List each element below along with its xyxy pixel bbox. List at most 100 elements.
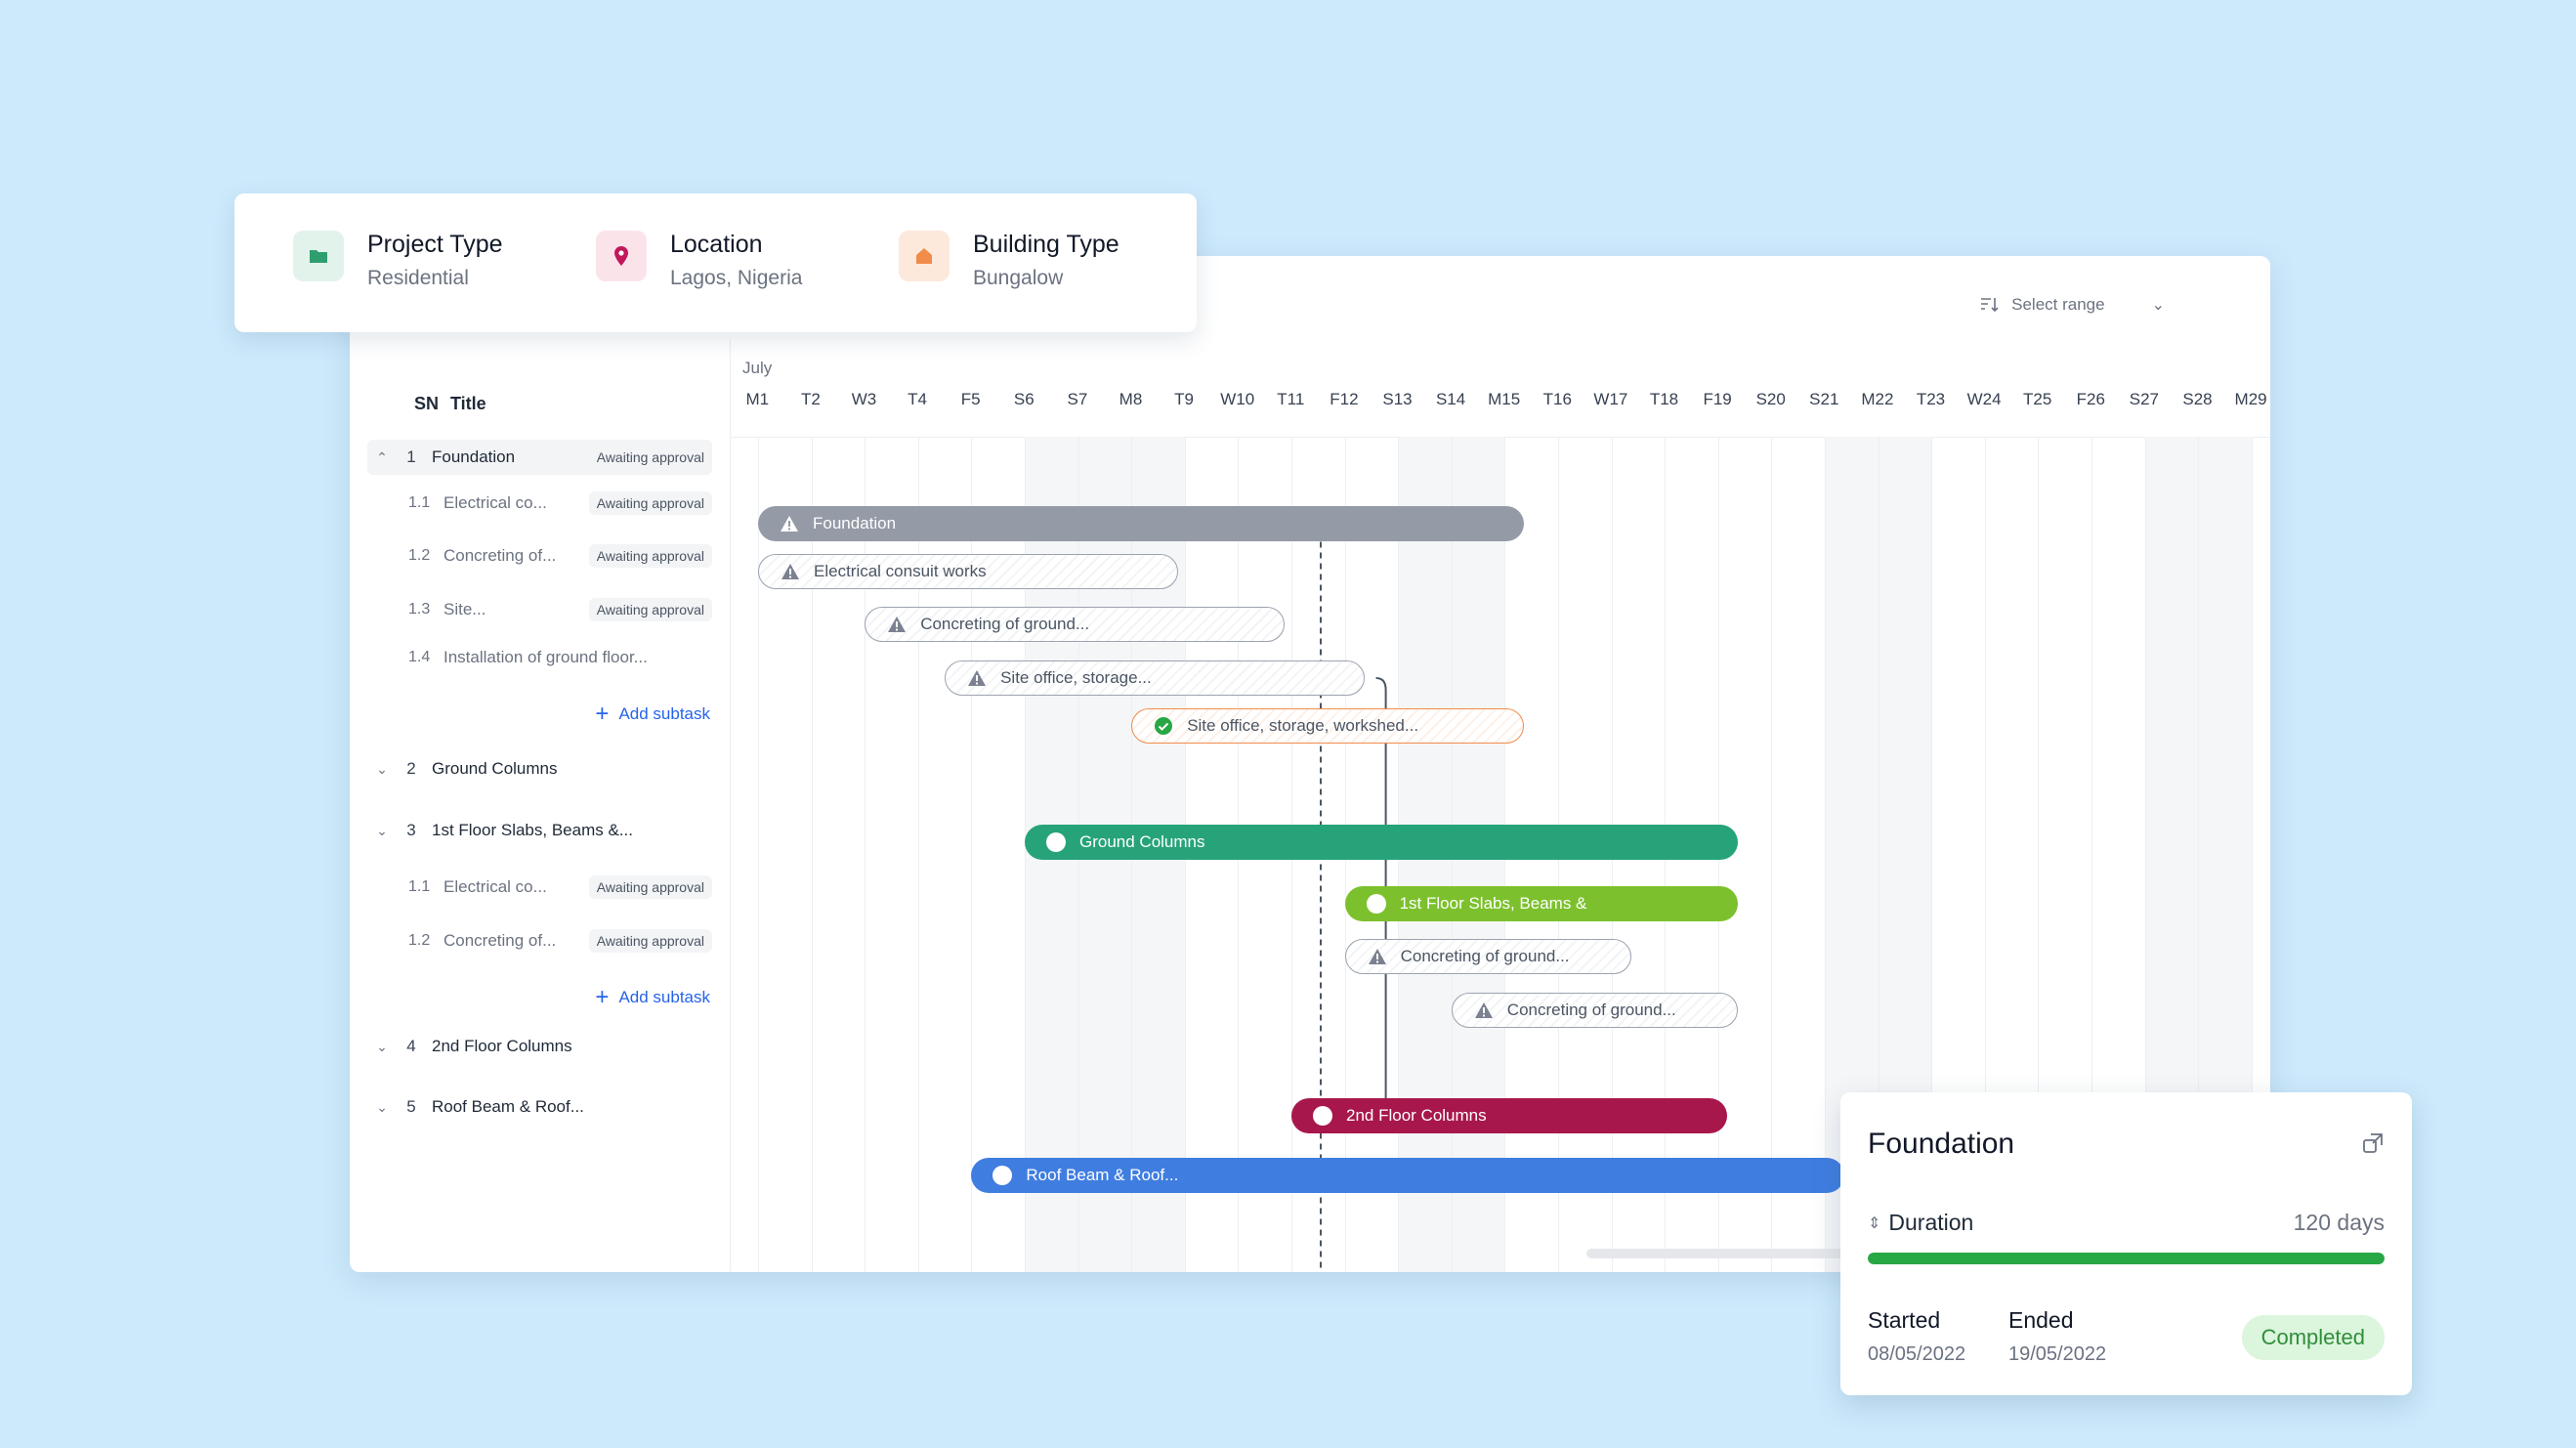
gantt-bar[interactable]: Electrical consuit works	[758, 554, 1178, 589]
chevron-down-icon[interactable]: ⌄	[367, 823, 397, 839]
day-label: S27	[2129, 390, 2160, 408]
task-row[interactable]: ⌃ 1 Foundation Awaiting approval	[367, 440, 712, 475]
warning-icon	[887, 616, 907, 633]
info-value: Bungalow	[973, 267, 1064, 289]
duration-label-row: ⇕ Duration	[1868, 1210, 1973, 1236]
expand-icon[interactable]	[2361, 1131, 2385, 1160]
select-range-dropdown[interactable]: Select range ⌄	[1980, 295, 2165, 315]
task-row[interactable]: ⌄ 5 Roof Beam & Roof...	[367, 1089, 712, 1125]
gantt-bar[interactable]: Ground Columns	[1025, 825, 1738, 860]
gantt-bar[interactable]: Concreting of ground...	[865, 607, 1285, 642]
task-row[interactable]: ⌄ 2 Ground Columns	[367, 751, 712, 787]
chevron-down-icon[interactable]: ⌄	[367, 761, 397, 778]
task-number: 5	[406, 1097, 416, 1116]
gantt-bar-label: Site office, storage, workshed...	[1187, 716, 1419, 735]
task-number: 2	[406, 759, 416, 778]
day-label: T2	[800, 390, 821, 408]
task-list-panel: SN Title ⌃ 1 Foundation Awaiting approval 1.…	[350, 339, 731, 1272]
day-label: S28	[2182, 390, 2213, 408]
day-label: W3	[851, 390, 877, 408]
task-row[interactable]: ⌄ 3 1st Floor Slabs, Beams &...	[367, 813, 712, 848]
gantt-bar[interactable]: Concreting of ground...	[1451, 993, 1738, 1028]
day-label: S20	[1755, 390, 1786, 408]
chevron-down-icon[interactable]: ⌄	[367, 1039, 397, 1055]
subtask-title: Electrical co...	[443, 877, 547, 896]
gantt-bar-label: Concreting of ground...	[920, 615, 1090, 633]
task-title: 2nd Floor Columns	[432, 1037, 572, 1055]
warning-icon	[1474, 1001, 1494, 1019]
subtask-title: Electrical co...	[443, 493, 547, 512]
day-label: T4	[908, 390, 928, 408]
plus-icon: +	[595, 701, 610, 727]
day-label: T18	[1649, 390, 1679, 408]
warning-icon	[1368, 948, 1387, 965]
chevron-up-icon[interactable]: ⌃	[367, 449, 397, 466]
ended-block: Ended 19/05/2022	[2008, 1307, 2106, 1366]
gantt-bar-label: Foundation	[813, 514, 897, 532]
day-label: S13	[1382, 390, 1413, 408]
info-label: Building Type	[973, 231, 1119, 258]
gantt-bar-label: Ground Columns	[1079, 832, 1205, 851]
subtask-row[interactable]: 1.2 Concreting of... Awaiting approval	[367, 923, 712, 958]
info-label: Project Type	[367, 231, 503, 258]
subtask-row[interactable]: 1.4 Installation of ground floor...	[367, 640, 712, 675]
gantt-bar[interactable]: Roof Beam & Roof...	[971, 1158, 1844, 1193]
sort-arrows-icon: ⇕	[1868, 1214, 1881, 1232]
subtask-number: 1.4	[408, 649, 431, 665]
status-dot-icon	[992, 1166, 1013, 1185]
gantt-bar-label: Electrical consuit works	[814, 562, 987, 580]
day-label: T23	[1916, 390, 1946, 408]
add-subtask-button[interactable]: + Add subtask	[595, 703, 710, 726]
detail-title: Foundation	[1868, 1128, 2015, 1160]
gantt-bar[interactable]: Concreting of ground...	[1344, 939, 1631, 974]
day-label: M15	[1488, 390, 1521, 408]
day-label: T11	[1277, 390, 1305, 408]
plus-icon: +	[595, 984, 610, 1010]
subtask-number: 1.2	[408, 932, 431, 949]
house-icon	[899, 231, 950, 281]
gantt-bar[interactable]: Site office, storage...	[945, 660, 1365, 696]
subtask-row[interactable]: 1.3 Site... Awaiting approval	[367, 592, 712, 627]
gantt-bar-label: 2nd Floor Columns	[1346, 1106, 1487, 1125]
day-label: M1	[745, 390, 770, 408]
gantt-bar-label: Site office, storage...	[1000, 668, 1152, 687]
gantt-bar[interactable]: 1st Floor Slabs, Beams &	[1344, 886, 1738, 921]
project-info-item: Building Type Bungalow	[899, 231, 1119, 290]
day-label: S6	[1013, 390, 1035, 408]
status-badge: Completed	[2241, 1315, 2385, 1360]
task-number: 3	[406, 821, 416, 839]
subtask-number: 1.2	[408, 547, 431, 564]
subtask-row[interactable]: 1.1 Electrical co... Awaiting approval	[367, 870, 712, 905]
day-label: F5	[960, 390, 981, 408]
gantt-bar[interactable]: Site office, storage, workshed...	[1131, 708, 1525, 744]
task-row[interactable]: ⌄ 4 2nd Floor Columns	[367, 1029, 712, 1064]
subtask-number: 1.1	[408, 878, 431, 895]
subtask-row[interactable]: 1.2 Concreting of... Awaiting approval	[367, 538, 712, 574]
status-dot-icon	[1313, 1106, 1332, 1126]
status-badge: Awaiting approval	[588, 875, 712, 899]
day-labels: M1 T2 W3 T4 F5 S6 S7 M8 T9 W10 T11 F12 S13 S14 M15 T16 W…	[731, 390, 2270, 417]
horizontal-scrollbar[interactable]	[1586, 1249, 1881, 1258]
warning-icon	[780, 515, 799, 532]
gantt-bar[interactable]: Foundation	[758, 506, 1525, 541]
gantt-bar[interactable]: 2nd Floor Columns	[1291, 1098, 1727, 1133]
subtask-title: Site...	[443, 600, 486, 618]
add-subtask-label: Add subtask	[618, 704, 710, 723]
day-label: M29	[2234, 390, 2267, 408]
add-subtask-button[interactable]: + Add subtask	[595, 986, 710, 1009]
project-info-card: Project Type Residential Location Lagos,…	[234, 193, 1197, 332]
day-label: F19	[1703, 390, 1732, 408]
day-label: S21	[1809, 390, 1839, 408]
status-badge: Awaiting approval	[588, 491, 712, 515]
duration-value: 120 days	[2293, 1210, 2385, 1235]
subtask-title: Installation of ground floor...	[443, 648, 648, 666]
task-title: Ground Columns	[432, 759, 558, 778]
subtask-row[interactable]: 1.1 Electrical co... Awaiting approval	[367, 486, 712, 521]
started-label: Started	[1868, 1307, 1941, 1333]
info-label: Location	[670, 231, 763, 258]
select-range-label: Select range	[2011, 295, 2105, 314]
add-subtask-label: Add subtask	[618, 988, 710, 1006]
subtask-number: 1.3	[408, 601, 431, 618]
chevron-down-icon[interactable]: ⌄	[367, 1099, 397, 1116]
location-pin-icon	[596, 231, 647, 281]
